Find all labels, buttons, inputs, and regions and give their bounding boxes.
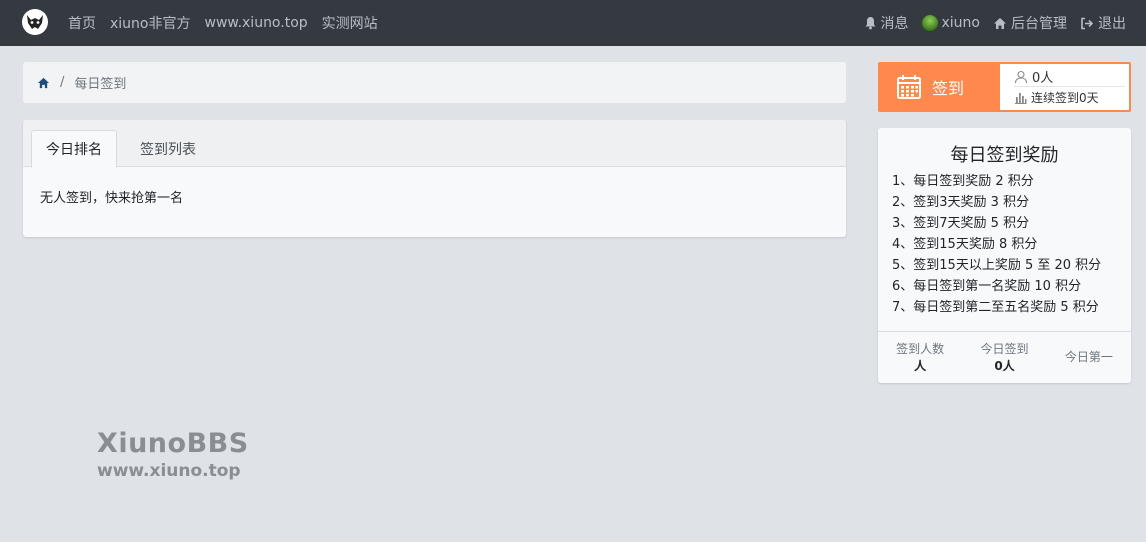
sign-stats: 0人 连续签到0天 [1000, 64, 1129, 110]
breadcrumb: / 每日签到 [23, 62, 846, 103]
stat-total: 签到人数 人 [878, 332, 962, 383]
stat-total-value: 人 [914, 358, 927, 373]
empty-ranking-message: 无人签到，快来抢第一名 [40, 191, 184, 206]
reward-card: 每日签到奖励 1、每日签到奖励 2 积分 2、签到3天奖励 3 积分 3、签到7… [878, 128, 1131, 383]
reward-rule: 4、签到15天奖励 8 积分 [892, 237, 1038, 252]
sign-count: 0人 [1032, 71, 1054, 86]
stat-today-label: 今日签到 [980, 341, 1029, 356]
nav-links: 首页 xiuno非官方 www.xiuno.top 实测网站 [68, 0, 378, 46]
nav-admin-label: 后台管理 [1011, 16, 1067, 32]
nav-messages[interactable]: 消息 [864, 13, 909, 33]
home-icon[interactable] [37, 77, 50, 89]
nav-user-menu: 消息 xiuno 后台管理 退出 [864, 0, 1126, 46]
sign-out-icon [1081, 17, 1094, 29]
sign-streak-row: 连续签到0天 [1014, 87, 1129, 107]
calendar-icon [897, 75, 921, 99]
user-icon [1014, 70, 1028, 83]
tab-sign-list[interactable]: 签到列表 [123, 130, 213, 167]
bar-chart-icon [1015, 92, 1027, 104]
sign-summary: 签到人数 人 今日签到 0人 今日第一 [878, 331, 1131, 383]
avatar [921, 15, 938, 31]
stat-today: 今日签到 0人 [962, 332, 1046, 383]
watermark-brand: XiunoBBS [97, 428, 249, 459]
stat-today-value: 0人 [994, 358, 1015, 373]
reward-rule: 7、每日签到第二至五名奖励 5 积分 [892, 300, 1099, 315]
reward-rule: 2、签到3天奖励 3 积分 [892, 195, 1030, 210]
top-navbar: 首页 xiuno非官方 www.xiuno.top 实测网站 消息 xiuno … [0, 0, 1146, 46]
nav-link-home[interactable]: 首页 [68, 13, 96, 33]
breadcrumb-current: 每日签到 [74, 77, 127, 92]
sign-widget: 签到 0人 连续签到0天 [878, 62, 1131, 112]
stat-total-label: 签到人数 [896, 341, 945, 356]
reward-rule: 5、签到15天以上奖励 5 至 20 积分 [892, 258, 1102, 273]
nav-link-site[interactable]: www.xiuno.top [205, 15, 308, 31]
stat-first-label: 今日第一 [1064, 350, 1113, 364]
stat-first: 今日第一 [1047, 332, 1131, 383]
logo-icon [27, 15, 43, 29]
nav-user[interactable]: xiuno [921, 15, 981, 31]
reward-rule: 1、每日签到奖励 2 积分 [892, 174, 1034, 189]
reward-rules: 1、每日签到奖励 2 积分 2、签到3天奖励 3 积分 3、签到7天奖励 5 积… [892, 171, 1101, 318]
nav-admin[interactable]: 后台管理 [993, 13, 1067, 33]
reward-rule: 3、签到7天奖励 5 积分 [892, 216, 1030, 231]
sign-count-row: 0人 [1014, 67, 1125, 87]
nav-link-unofficial[interactable]: xiuno非官方 [110, 13, 191, 33]
bell-icon [865, 17, 875, 30]
tabs-header: 今日排名 签到列表 [23, 120, 846, 168]
home-icon [994, 17, 1006, 29]
nav-username: xiuno [941, 15, 981, 31]
sign-in-label: 签到 [932, 79, 965, 98]
nav-logout[interactable]: 退出 [1080, 13, 1126, 33]
site-logo[interactable] [22, 9, 48, 35]
watermark-url: www.xiuno.top [97, 461, 241, 481]
sign-in-button[interactable]: 签到 [880, 64, 1000, 110]
nav-link-test[interactable]: 实测网站 [322, 13, 378, 33]
reward-title: 每日签到奖励 [950, 145, 1059, 166]
ranking-card: 今日排名 签到列表 无人签到，快来抢第一名 [23, 120, 846, 237]
reward-rule: 6、每日签到第一名奖励 10 积分 [892, 279, 1082, 294]
nav-logout-label: 退出 [1098, 16, 1126, 32]
watermark: XiunoBBS www.xiuno.top [97, 428, 249, 482]
tab-today-ranking[interactable]: 今日排名 [31, 130, 117, 168]
sign-streak: 连续签到0天 [1031, 90, 1099, 105]
nav-messages-label: 消息 [880, 16, 909, 32]
breadcrumb-separator: / [60, 75, 65, 90]
